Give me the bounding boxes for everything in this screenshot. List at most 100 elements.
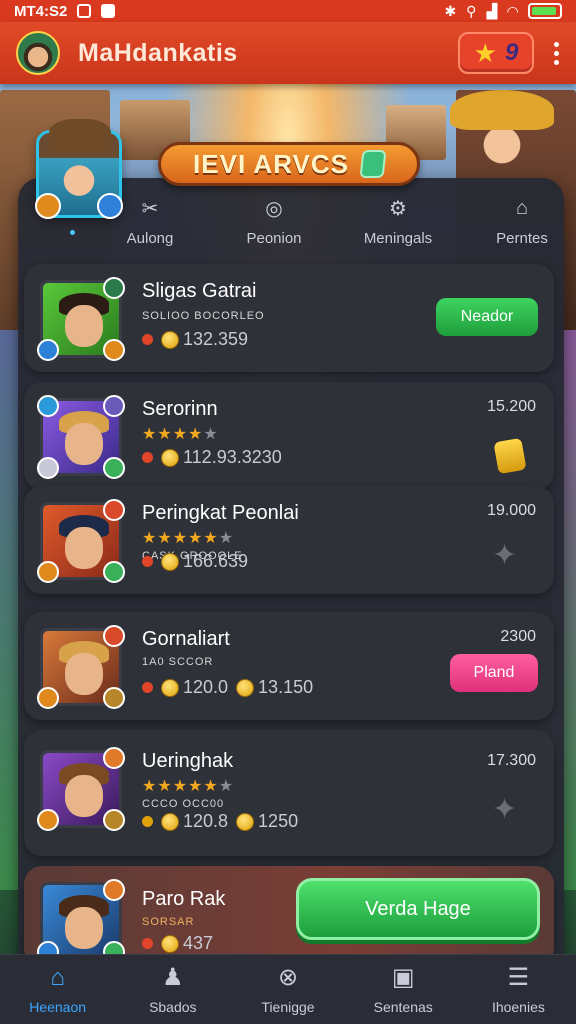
hero-card[interactable]: Serorinn ★★★★★ 112.93.3230 15.200 bbox=[24, 382, 554, 490]
hero-score: 2300 bbox=[500, 628, 536, 645]
weapon-badge-icon bbox=[103, 339, 125, 361]
gold-reward-icon[interactable] bbox=[493, 437, 527, 475]
hero-card[interactable]: Gornaliart 1A0 SCCOR 120.0 13.150 2300 Pl… bbox=[24, 612, 554, 720]
coin-icon bbox=[236, 678, 255, 697]
hero-avatar[interactable] bbox=[35, 119, 123, 219]
bluetooth-icon: ✱ bbox=[444, 2, 457, 19]
role-badge-icon bbox=[103, 879, 125, 901]
weapon-badge-icon bbox=[37, 809, 59, 831]
gallery-icon bbox=[77, 4, 92, 18]
hero-card[interactable]: Ueringhak ★★★★★★ CCCO OCC00 120.8 1250 17… bbox=[24, 730, 554, 856]
hero-portrait bbox=[37, 625, 125, 709]
status-bar: MT4:S2 ✱ ⚲ ▟ ◠ bbox=[0, 0, 576, 22]
coin-value: 120.8 1250 bbox=[142, 811, 298, 832]
hero-subtitle: SORSAR bbox=[142, 916, 195, 928]
nav-sentenas[interactable]: ▣ Sentenas bbox=[346, 955, 461, 1024]
nav-label: Sbados bbox=[149, 998, 197, 1015]
star-badge[interactable]: ★ 9 bbox=[458, 32, 534, 74]
verda-hage-button[interactable]: Verda Hage bbox=[296, 878, 540, 940]
gear-icon: ⚙ bbox=[389, 197, 407, 220]
nav-label: Ihoenies bbox=[491, 998, 545, 1015]
app-title: MaHdankatis bbox=[78, 38, 238, 67]
hero-score: 15.200 bbox=[487, 398, 536, 415]
nav-label: Tienigge bbox=[261, 998, 315, 1015]
hero-name: Paro Rak bbox=[142, 888, 226, 910]
hero-name: Peringkat Peonlai bbox=[142, 502, 299, 524]
coin-icon bbox=[161, 678, 179, 697]
pland-button[interactable]: Pland bbox=[450, 654, 538, 692]
coin-icon bbox=[161, 934, 179, 953]
star-rating: ★★★★★★ bbox=[142, 530, 235, 547]
star-rating: ★★★★★ bbox=[142, 426, 219, 443]
hero-portrait bbox=[37, 395, 125, 479]
coin-icon bbox=[236, 812, 255, 831]
class-badge-icon bbox=[103, 561, 125, 583]
hero-portrait bbox=[37, 499, 125, 583]
home-icon: ⌂ bbox=[50, 963, 65, 991]
hero-name: Serorinn bbox=[142, 398, 218, 420]
tab-label: Meningals bbox=[363, 230, 433, 247]
star-rating: ★★★★★★ bbox=[142, 778, 235, 795]
nav-home[interactable]: ⌂ Heenaon bbox=[0, 955, 115, 1024]
battery-icon bbox=[528, 3, 562, 19]
coin-icon bbox=[161, 552, 179, 571]
locked-item-icon: ✦ bbox=[492, 793, 518, 826]
nav-ihoenies[interactable]: ☰ Ihoenies bbox=[461, 955, 576, 1024]
hero-subtitle: 1A0 SCCOR bbox=[142, 656, 214, 668]
hero-subtitle: CCCO OCC00 bbox=[142, 798, 225, 810]
hero-subtitle: SOLIOO BOCORLEO bbox=[142, 310, 265, 322]
hero-character-illustration bbox=[442, 90, 562, 190]
banner-title: IEVI ARVCS bbox=[193, 148, 349, 179]
tab-meningals[interactable]: ⚙ Meningals bbox=[316, 196, 440, 266]
status-time: MT4:S2 bbox=[14, 2, 68, 20]
chart-icon: ▣ bbox=[391, 964, 415, 991]
coin-value: 120.0 13.150 bbox=[142, 677, 313, 698]
role-badge-icon bbox=[103, 277, 125, 299]
hero-name: Sligas Gatrai bbox=[142, 280, 257, 302]
tab-label: Perntes bbox=[496, 230, 548, 247]
target-icon: ◎ bbox=[265, 197, 283, 220]
role-badge-icon bbox=[103, 747, 125, 769]
hero-card-featured[interactable]: Paro Rak SORSAR 437 Verda Hage bbox=[24, 866, 554, 966]
wifi-icon: ◠ bbox=[507, 2, 518, 19]
hero-card[interactable]: Sligas Gatrai SOLIOO BOCORLEO 132.359 Ne… bbox=[24, 264, 554, 372]
lock-icon: ⌂ bbox=[515, 196, 529, 219]
role-badge-icon bbox=[103, 625, 125, 647]
level-badge-icon bbox=[35, 193, 61, 219]
tab-peonion[interactable]: ◎ Peonion bbox=[192, 196, 316, 266]
hero-portrait bbox=[37, 747, 125, 831]
more-options-icon[interactable] bbox=[552, 41, 560, 65]
nav-tienigge[interactable]: ⊗ Tienigge bbox=[230, 955, 345, 1024]
tab-label: Aulong bbox=[126, 230, 174, 247]
tab-perntes[interactable]: ⌂ Perntes bbox=[440, 196, 564, 266]
class-badge-icon bbox=[103, 809, 125, 831]
gem-icon bbox=[359, 150, 387, 178]
star-icon: ★ bbox=[473, 38, 497, 68]
class-badge-icon bbox=[103, 687, 125, 709]
app-bar: MaHdankatis ★ 9 bbox=[0, 22, 576, 84]
hero-score: 19.000 bbox=[487, 502, 536, 519]
star-count: 9 bbox=[504, 39, 519, 66]
weapon-badge-icon bbox=[37, 561, 59, 583]
role-badge-icon bbox=[103, 499, 125, 521]
neador-button[interactable]: Neador bbox=[436, 298, 538, 336]
rank-badge-icon bbox=[37, 457, 59, 479]
hero-name: Gornaliart bbox=[142, 628, 230, 650]
class-badge-icon bbox=[37, 339, 59, 361]
coin-value: 132.359 bbox=[142, 329, 248, 350]
hero-score: 17.300 bbox=[487, 752, 536, 769]
event-banner[interactable]: IEVI ARVCS bbox=[158, 142, 420, 186]
page-indicator-dot bbox=[70, 230, 75, 235]
role-badge-icon bbox=[103, 395, 125, 417]
tools-icon: ✂ bbox=[141, 197, 159, 220]
tab-label: Peonion bbox=[246, 230, 302, 247]
coin-icon bbox=[161, 448, 179, 467]
nav-sbados[interactable]: ♟ Sbados bbox=[115, 955, 230, 1024]
coin-value: 437 bbox=[142, 933, 213, 954]
hero-card[interactable]: Peringkat Peonlai ★★★★★★ CASK GROOOLE 16… bbox=[24, 486, 554, 594]
locked-item-icon: ✦ bbox=[492, 539, 518, 572]
class-badge-icon bbox=[97, 193, 123, 219]
class-badge-icon bbox=[37, 395, 59, 417]
profile-avatar[interactable] bbox=[16, 31, 60, 75]
nav-label: Heenaon bbox=[29, 998, 87, 1015]
